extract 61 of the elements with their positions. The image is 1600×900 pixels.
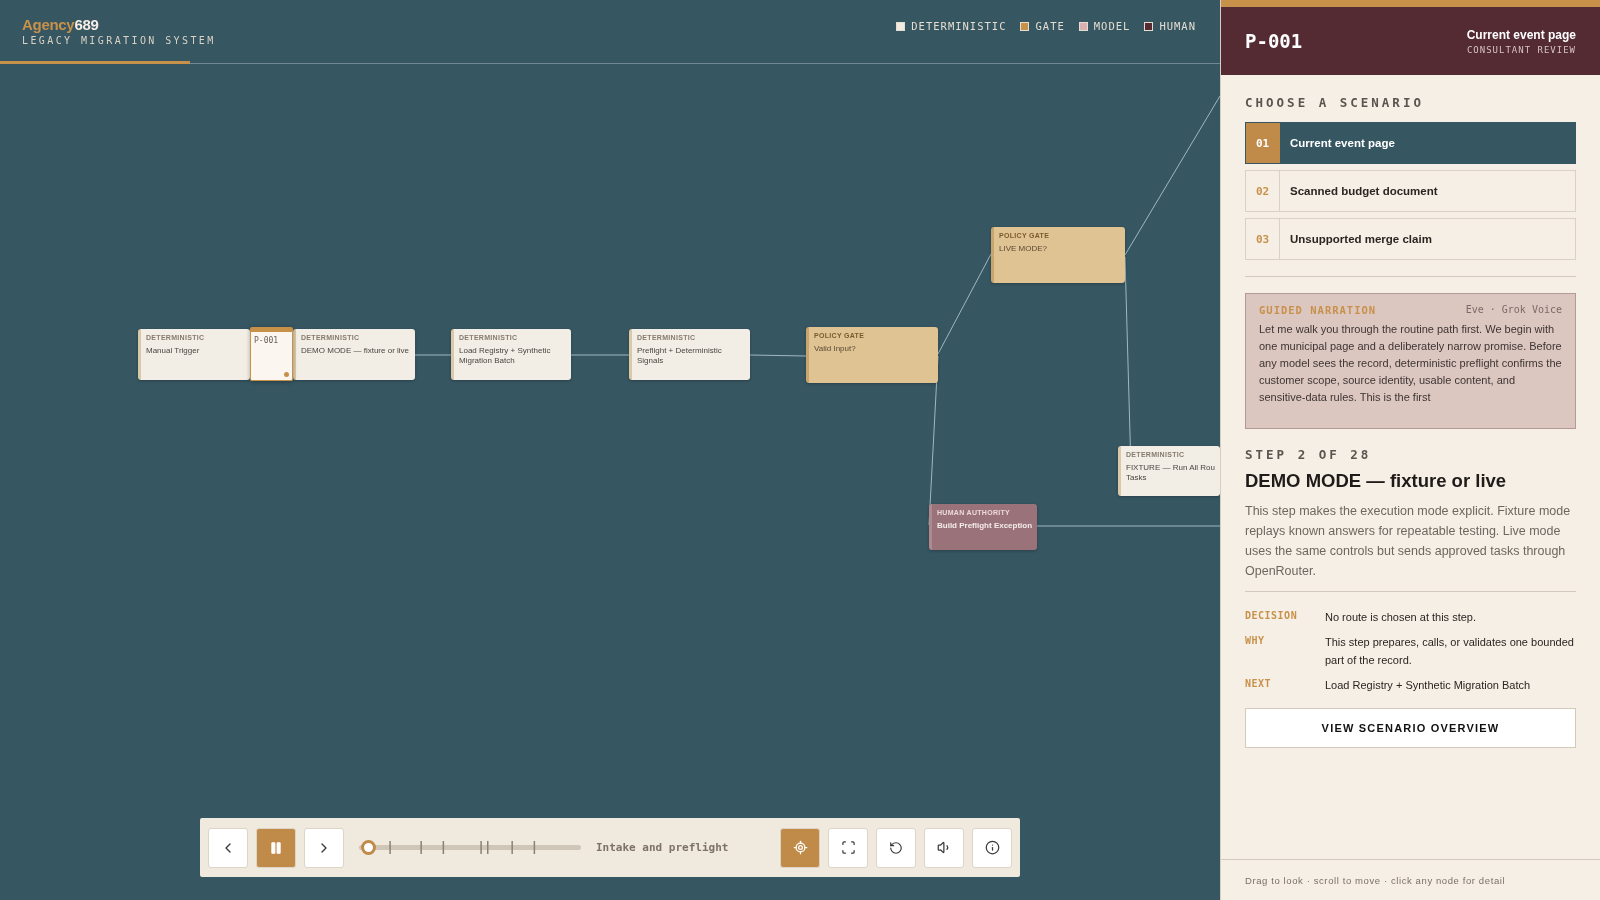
- fullscreen-button[interactable]: [828, 827, 868, 868]
- rotate-icon: [889, 840, 903, 855]
- node-title: Valid Input?: [814, 344, 857, 354]
- legend-label: MODEL: [1093, 20, 1131, 32]
- info-button[interactable]: [972, 827, 1012, 868]
- fact-value: No route is chosen at this step.: [1325, 610, 1478, 625]
- pause-icon: [269, 840, 283, 855]
- narration-text: Let me walk you through the routine path first. We begin with one municipal page and a deliberately narrow promise. Before any model sees the record, deterministic preflight confirms the customer scope, source identity, usable content, and sensitive-data rules. This is the first: [1259, 322, 1562, 405]
- step-counter: STEP 2 OF 28: [1245, 447, 1373, 462]
- legend-label: GATE: [1035, 20, 1065, 32]
- brand-logo: Agency689: [22, 16, 100, 33]
- slider-thumb[interactable]: [360, 840, 376, 855]
- scenario-number: 03: [1246, 219, 1280, 259]
- fullscreen-icon: [840, 840, 856, 855]
- step-title: DEMO MODE — fixture or live: [1245, 470, 1508, 492]
- connector-line: [414, 354, 452, 356]
- status-dot-icon: [284, 372, 289, 377]
- restart-button[interactable]: [876, 827, 916, 868]
- node-title: Manual Trigger: [146, 346, 201, 356]
- fact-label: WHY: [1245, 634, 1266, 648]
- info-icon: [984, 840, 1000, 855]
- review-label: CONSULTANT REVIEW: [1466, 44, 1576, 55]
- scenario-item[interactable]: 01 Current event page: [1245, 122, 1576, 164]
- legend-label: HUMAN: [1159, 20, 1196, 32]
- record-code: P-001: [254, 336, 280, 345]
- pause-button[interactable]: [256, 827, 296, 868]
- narration-heading: GUIDED NARRATION: [1259, 304, 1377, 316]
- connector-line: [749, 354, 807, 357]
- next-button[interactable]: [304, 827, 344, 868]
- record-code: P-001: [1245, 30, 1303, 52]
- overview-button[interactable]: VIEW SCENARIO OVERVIEW: [1245, 708, 1576, 748]
- section-heading: CHOOSE A SCENARIO: [1245, 95, 1425, 110]
- scenario-label: Current event page: [1289, 136, 1395, 151]
- footer-hint: Drag to look · scroll to move · click any node for detail: [1221, 859, 1600, 900]
- node-title: DEMO MODE — fixture or live: [301, 346, 410, 356]
- fact-value: Load Registry + Synthetic Migration Batch: [1325, 678, 1532, 693]
- scenario-title: Current event page: [1466, 27, 1576, 42]
- node-title: LIVE MODE?: [999, 244, 1048, 254]
- crosshair-icon: [792, 840, 808, 855]
- stage-label: Intake and preflight: [596, 841, 730, 854]
- fact-label: NEXT: [1245, 677, 1273, 691]
- node-title: Preflight + Deterministic Signals: [637, 346, 723, 366]
- previous-button[interactable]: [208, 827, 248, 868]
- connector-line: [570, 354, 630, 356]
- focus-button[interactable]: [780, 827, 820, 868]
- fact-label: DECISION: [1245, 609, 1299, 623]
- legend-label: DETERMINISTIC: [911, 20, 1007, 32]
- node-title: Load Registry + Synthetic Migration Batch: [459, 346, 552, 366]
- node-title: FIXTURE — Run All Rou Tasks: [1126, 463, 1216, 483]
- scenario-label: Scanned budget document: [1289, 184, 1438, 199]
- fact-value: This step prepares, calls, or validates one bounded part of the record.: [1325, 635, 1575, 668]
- scenario-item[interactable]: 03 Unsupported merge claim: [1245, 218, 1576, 260]
- volume-button[interactable]: [924, 827, 964, 868]
- node-title: Build Preflight Exception: [937, 521, 1033, 531]
- brand-subtitle: LEGACY MIGRATION SYSTEM: [22, 35, 216, 46]
- scenario-label: Unsupported merge claim: [1289, 232, 1432, 247]
- scenario-number: 02: [1246, 171, 1280, 211]
- step-description: This step makes the execution mode explicit. Fixture mode replays known answers for repeatable testing. Live mode uses the same controls but sends approved tasks through OpenRouter.: [1245, 503, 1572, 580]
- scenario-number: 01: [1246, 123, 1280, 163]
- voice-label: Eve · Grok Voice: [1465, 304, 1562, 316]
- scenario-item[interactable]: 02 Scanned budget document: [1245, 170, 1576, 212]
